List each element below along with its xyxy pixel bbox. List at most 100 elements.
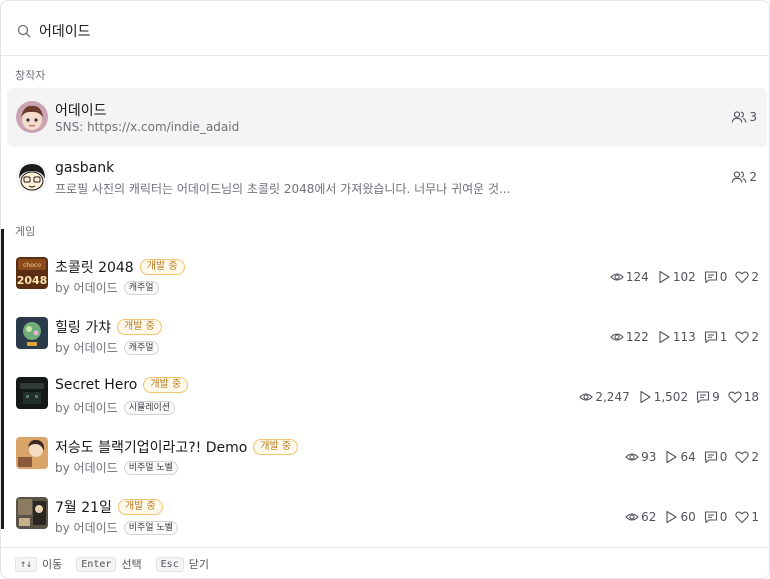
follower-count-value: 2 <box>749 170 757 184</box>
creator-name: 어데이드 <box>55 103 107 119</box>
game-thumbnail <box>16 377 48 409</box>
play-count: 1,502 <box>653 390 689 404</box>
game-stats: 2,247 1,502 9 18 <box>579 390 759 404</box>
game-row[interactable]: 7월 21일 개발 중 by 어데이드 비주얼 노벨 62 60 0 1 <box>7 485 767 545</box>
section-label-games: 게임 <box>15 225 36 238</box>
play-icon <box>659 330 670 344</box>
section-label-creators: 창작자 <box>15 69 46 82</box>
users-icon <box>732 171 747 183</box>
game-author: by 어데이드 <box>55 341 118 355</box>
comment-count: 1 <box>719 330 728 344</box>
search-dialog: 창작자 어데이드 SNS: https://x.com/indie_adaid … <box>0 0 770 579</box>
creator-name: gasbank <box>55 160 115 176</box>
play-icon <box>666 450 677 464</box>
comment-count: 9 <box>712 390 720 404</box>
creator-row[interactable]: gasbank 프로필 사진의 캐릭터는 어데이드님의 초콜릿 2048에서 가… <box>7 148 767 207</box>
creator-bio: 프로필 사진의 캐릭터는 어데이드님의 초콜릿 2048에서 가져왔습니다. 너… <box>55 182 511 196</box>
creator-row[interactable]: 어데이드 SNS: https://x.com/indie_adaid 3 <box>7 88 767 147</box>
comment-count: 0 <box>719 510 728 524</box>
eye-icon <box>625 453 639 461</box>
like-count: 18 <box>743 390 759 404</box>
game-author: by 어데이드 <box>55 401 118 415</box>
genre-tag: 시뮬레이션 <box>123 400 176 415</box>
play-icon <box>640 390 651 404</box>
view-count: 2,247 <box>595 390 630 404</box>
game-stats: 124 102 0 2 <box>610 270 759 284</box>
game-thumbnail <box>16 497 48 529</box>
heart-icon <box>735 271 750 284</box>
comment-count: 0 <box>719 450 728 464</box>
follower-count-value: 3 <box>749 110 757 124</box>
game-author: by 어데이드 <box>55 521 118 535</box>
eye-icon <box>610 273 624 281</box>
view-count: 122 <box>625 330 649 344</box>
eye-icon <box>579 393 594 401</box>
game-stats: 122 113 1 2 <box>610 330 759 344</box>
key-enter: Enter <box>76 556 117 572</box>
hint-move-label: 이동 <box>42 558 63 571</box>
game-thumbnail <box>16 317 48 349</box>
status-badge: 개발 중 <box>139 259 185 275</box>
key-esc: Esc <box>155 556 184 572</box>
game-stats: 93 64 0 2 <box>625 450 759 464</box>
key-arrows: ↑↓ <box>15 556 38 572</box>
like-count: 2 <box>751 330 759 344</box>
like-count: 2 <box>751 270 759 284</box>
status-badge: 개발 중 <box>253 439 299 455</box>
game-row[interactable]: choco 2048 초콜릿 2048 개발 중 by 어데이드 캐주얼 124… <box>7 245 767 305</box>
status-badge: 개발 중 <box>143 377 189 393</box>
comment-icon <box>704 331 717 344</box>
game-title: Secret Hero <box>55 377 138 393</box>
like-count: 1 <box>751 510 759 524</box>
hint-select-label: 선택 <box>121 558 142 571</box>
play-count: 113 <box>672 330 696 344</box>
comment-count: 0 <box>719 270 728 284</box>
play-count: 64 <box>680 450 696 464</box>
svg-text:2048: 2048 <box>17 274 48 287</box>
follower-count: 3 <box>731 110 757 124</box>
genre-tag: 비주얼 노벨 <box>123 460 178 475</box>
keyboard-hints: ↑↓ 이동 Enter 선택 Esc 닫기 <box>1 547 769 578</box>
play-icon <box>659 270 670 284</box>
svg-text:choco: choco <box>23 262 41 269</box>
view-count: 124 <box>625 270 649 284</box>
game-stats: 62 60 0 1 <box>625 510 759 524</box>
status-badge: 개발 중 <box>116 319 162 335</box>
game-row[interactable]: Secret Hero 개발 중 by 어데이드 시뮬레이션 2,247 1,5… <box>7 365 767 425</box>
game-title: 7월 21일 <box>55 500 112 516</box>
game-thumbnail <box>16 437 48 469</box>
comment-icon <box>704 511 717 524</box>
follower-count: 2 <box>731 170 757 184</box>
comment-icon <box>704 271 717 284</box>
hint-close: Esc 닫기 <box>155 556 209 572</box>
game-title: 힐링 가챠 <box>55 320 111 336</box>
play-count: 60 <box>680 510 696 524</box>
avatar <box>16 161 48 193</box>
like-count: 2 <box>751 450 759 464</box>
hint-close-label: 닫기 <box>188 558 209 571</box>
heart-icon <box>735 331 750 344</box>
heart-icon <box>728 391 742 404</box>
heart-icon <box>735 511 750 524</box>
heart-icon <box>735 451 750 464</box>
game-author: by 어데이드 <box>55 461 118 475</box>
search-input[interactable] <box>39 19 739 43</box>
avatar <box>16 101 48 133</box>
game-row[interactable]: 힐링 가챠 개발 중 by 어데이드 캐주얼 122 113 1 2 <box>7 305 767 365</box>
hint-select: Enter 선택 <box>76 556 142 572</box>
creator-bio: SNS: https://x.com/indie_adaid <box>55 120 240 134</box>
game-thumbnail: choco 2048 <box>16 257 48 289</box>
search-icon <box>17 24 31 38</box>
play-count: 102 <box>672 270 696 284</box>
play-icon <box>666 510 677 524</box>
game-title: 저승도 블랙기업이라고?! Demo <box>55 440 248 456</box>
users-icon <box>732 111 747 123</box>
comment-icon <box>704 451 717 464</box>
comment-icon <box>697 391 710 404</box>
genre-tag: 비주얼 노벨 <box>123 520 178 535</box>
eye-icon <box>610 333 624 341</box>
game-row[interactable]: 저승도 블랙기업이라고?! Demo 개발 중 by 어데이드 비주얼 노벨 9… <box>7 425 767 485</box>
eye-icon <box>625 513 639 521</box>
genre-tag: 캐주얼 <box>123 280 159 295</box>
game-author: by 어데이드 <box>55 281 118 295</box>
